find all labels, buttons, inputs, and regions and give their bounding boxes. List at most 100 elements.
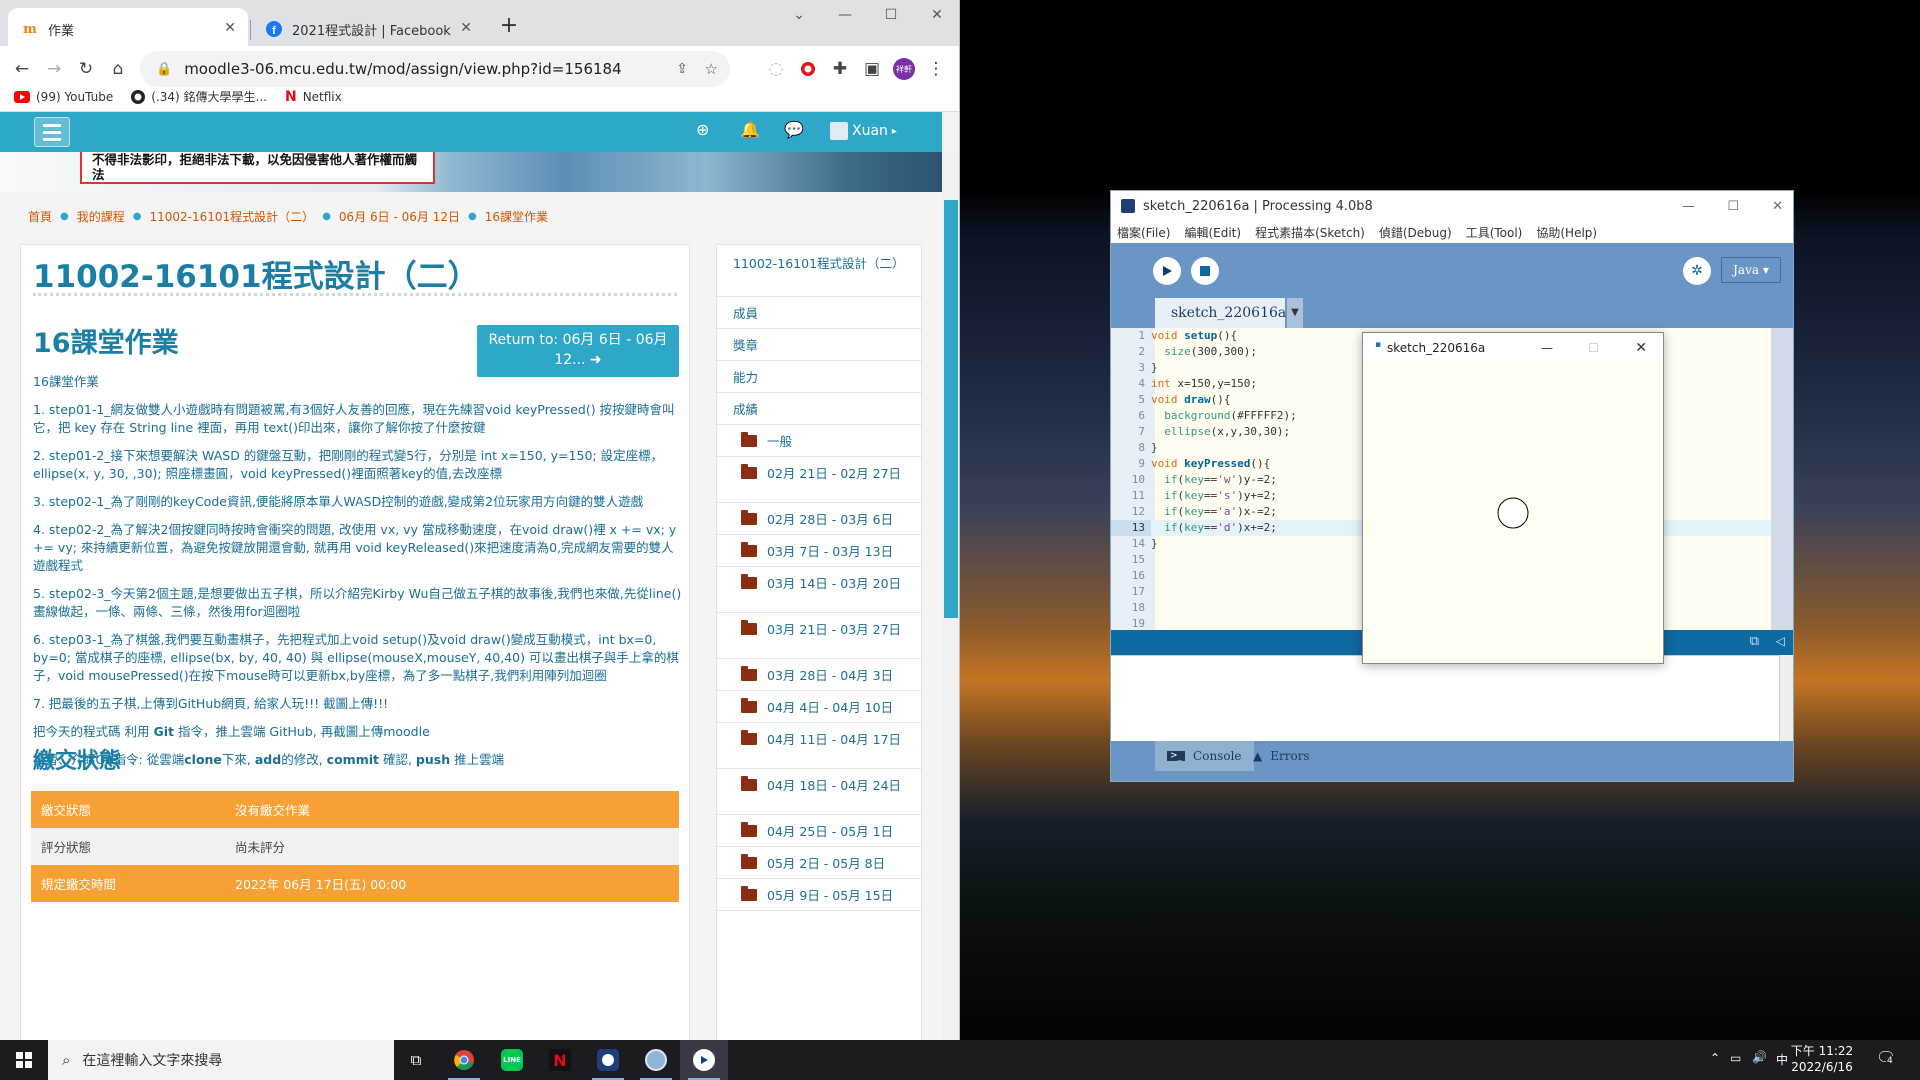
bell-icon[interactable]: 🔔 xyxy=(740,120,760,139)
minimize-button[interactable]: — xyxy=(1682,199,1695,214)
processing-taskbar-icon[interactable] xyxy=(584,1040,632,1080)
menu-edit[interactable]: 編輯(Edit) xyxy=(1184,224,1241,241)
breadcrumb-home[interactable]: 首頁 xyxy=(28,208,52,225)
breadcrumb-week[interactable]: 06月 6日 - 06月 12日 xyxy=(339,208,460,225)
clock[interactable]: 下午 11:22 2022/6/16 xyxy=(1782,1043,1862,1075)
sidebar-item-section[interactable]: 05月 9日 - 05月 15日 xyxy=(717,879,921,911)
maximize-button[interactable]: ☐ xyxy=(1727,199,1739,214)
pinned-app-icon[interactable] xyxy=(632,1040,680,1080)
clipboard-icon[interactable]: ⧉ xyxy=(1750,634,1759,649)
chevron-up-icon[interactable]: ⌃ xyxy=(1710,1051,1720,1065)
task-view-icon[interactable]: ⧉ xyxy=(392,1040,440,1080)
sidebar-item-section[interactable]: 02月 28日 - 03月 6日 xyxy=(717,503,921,535)
taskbar-search-input[interactable]: ⌕ 在這裡輸入文字來搜尋 xyxy=(48,1040,394,1080)
sidebar-item-section[interactable]: 一般 xyxy=(717,425,921,457)
tab-facebook[interactable]: f 2021程式設計 | Facebook ✕ xyxy=(250,8,484,50)
netflix-taskbar-icon[interactable]: N xyxy=(536,1040,584,1080)
menu-kebab-icon[interactable]: ⋮ xyxy=(922,55,950,83)
sidebar-item-section[interactable]: 03月 7日 - 03月 13日 xyxy=(717,535,921,567)
sketch-canvas[interactable] xyxy=(1363,363,1663,663)
bookmark-mcu[interactable]: (.34) 銘傳大學學生... xyxy=(131,88,267,105)
breadcrumb-assignment[interactable]: 16課堂作業 xyxy=(485,208,548,225)
sidebar-item-section[interactable]: 04月 11日 - 04月 17日 xyxy=(717,723,921,769)
tab-search-icon[interactable]: ⌄ xyxy=(776,0,822,32)
opera-extension-icon[interactable] xyxy=(794,55,822,83)
chrome-taskbar-icon[interactable] xyxy=(440,1040,488,1080)
user-menu[interactable]: Xuan ▸ xyxy=(830,122,897,140)
sidebar-item-section[interactable]: 05月 2日 - 05月 8日 xyxy=(717,847,921,879)
bookmark-netflix[interactable]: N Netflix xyxy=(285,89,342,105)
target-icon[interactable]: ⊕ xyxy=(696,120,709,139)
sidebar-item-members[interactable]: 成員 xyxy=(717,297,921,329)
reload-icon[interactable]: ↻ xyxy=(72,55,100,83)
line-app-icon[interactable]: LINE xyxy=(488,1040,536,1080)
console-scrollbar[interactable] xyxy=(1779,655,1793,741)
close-window-button[interactable]: ✕ xyxy=(1772,199,1783,214)
home-icon[interactable]: ⌂ xyxy=(104,55,132,83)
start-button[interactable] xyxy=(0,1040,48,1080)
tab-console[interactable]: >_ Console xyxy=(1155,741,1254,771)
step-item: 1. step01-1_網友做雙人小遊戲時有問題被罵,有3個好人友善的回應，現在… xyxy=(33,402,675,435)
sidebar-item-section[interactable]: 03月 21日 - 03月 27日 xyxy=(717,613,921,659)
close-window-button[interactable]: ✕ xyxy=(1635,340,1647,356)
console-output[interactable] xyxy=(1111,655,1793,741)
breadcrumb-my-courses[interactable]: 我的課程 xyxy=(77,208,125,225)
sidebar-item-section[interactable]: 04月 18日 - 04月 24日 xyxy=(717,769,921,815)
return-to-section-button[interactable]: Return to: 06月 6日 - 06月 12... ➜ xyxy=(477,325,679,377)
folder-icon xyxy=(741,574,757,589)
mode-selector[interactable]: Java ▾ xyxy=(1721,257,1781,283)
back-icon[interactable]: ← xyxy=(8,55,36,83)
close-tab-icon[interactable]: ✕ xyxy=(460,20,472,36)
step-item: 7. 把最後的五子棋,上傳到GitHub網頁, 給家人玩!!! 截圖上傳!!! xyxy=(33,696,389,711)
notification-icon[interactable]: 🗨4 xyxy=(1876,1048,1896,1067)
bookmark-youtube[interactable]: (99) YouTube xyxy=(14,90,113,104)
line-number: 13 xyxy=(1111,520,1151,536)
minimize-button[interactable]: — xyxy=(1541,341,1553,355)
sidebar-item-section[interactable]: 03月 28日 - 04月 3日 xyxy=(717,659,921,691)
extension-gray-icon[interactable]: ◌ xyxy=(762,55,790,83)
sketch-tab[interactable]: sketch_220616a xyxy=(1155,298,1286,328)
network-icon[interactable]: ▭ xyxy=(1730,1051,1741,1065)
maximize-button[interactable]: ☐ xyxy=(1588,341,1599,355)
profile-avatar[interactable]: 祥軒 xyxy=(890,55,918,83)
menu-file[interactable]: 檔案(File) xyxy=(1117,224,1170,241)
sidebar-item-badges[interactable]: 獎章 xyxy=(717,329,921,361)
close-tab-icon[interactable]: ✕ xyxy=(224,20,236,36)
menu-debug[interactable]: 偵錯(Debug) xyxy=(1379,224,1452,241)
sketch-output-window[interactable]: ▪ sketch_220616a — ☐ ✕ xyxy=(1362,332,1664,664)
sketch-taskbar-icon[interactable] xyxy=(680,1040,728,1080)
sidebar-item-grades[interactable]: 成績 xyxy=(717,393,921,425)
chevron-right-icon: ● xyxy=(322,211,331,222)
sidebar-item-section[interactable]: 04月 4日 - 04月 10日 xyxy=(717,691,921,723)
sidebar-item-course[interactable]: 11002-16101程式設計（二） xyxy=(717,245,921,297)
share-icon[interactable]: ⇪ xyxy=(676,61,688,77)
hamburger-menu-button[interactable] xyxy=(34,117,70,147)
chat-icon[interactable]: 💬 xyxy=(784,120,804,139)
tab-moodle[interactable]: m 作業 ✕ xyxy=(8,8,248,50)
menu-tool[interactable]: 工具(Tool) xyxy=(1466,224,1523,241)
debugger-icon[interactable]: ✲ xyxy=(1683,257,1711,285)
tab-errors[interactable]: ▲ Errors xyxy=(1241,741,1322,771)
close-window-button[interactable]: ✕ xyxy=(914,0,959,32)
stop-button[interactable] xyxy=(1191,257,1219,285)
new-tab-button[interactable]: + xyxy=(494,12,524,42)
tab-menu-arrow-icon[interactable]: ▼ xyxy=(1287,298,1303,328)
sidebar-item-section[interactable]: 03月 14日 - 03月 20日 xyxy=(717,567,921,613)
sidebar-item-section[interactable]: 02月 21日 - 02月 27日 xyxy=(717,457,921,503)
collapse-console-icon[interactable]: ◁ xyxy=(1776,634,1785,648)
bookmark-star-icon[interactable]: ☆ xyxy=(705,60,718,78)
scrollbar-thumb[interactable] xyxy=(944,200,958,618)
editor-scrollbar[interactable] xyxy=(1771,328,1793,630)
forward-icon[interactable]: → xyxy=(40,55,68,83)
extensions-puzzle-icon[interactable]: ✚ xyxy=(826,55,854,83)
sidebar-item-section[interactable]: 04月 25日 - 05月 1日 xyxy=(717,815,921,847)
breadcrumb-course[interactable]: 11002-16101程式設計（二） xyxy=(150,208,315,225)
minimize-button[interactable]: — xyxy=(822,0,868,32)
menu-help[interactable]: 協助(Help) xyxy=(1536,224,1597,241)
menu-sketch[interactable]: 程式素描本(Sketch) xyxy=(1255,224,1365,241)
side-panel-icon[interactable]: ▣ xyxy=(858,55,886,83)
sidebar-item-competencies[interactable]: 能力 xyxy=(717,361,921,393)
maximize-button[interactable]: ☐ xyxy=(868,0,914,32)
run-button[interactable] xyxy=(1153,257,1181,285)
volume-icon[interactable]: 🔊 xyxy=(1752,1050,1767,1064)
